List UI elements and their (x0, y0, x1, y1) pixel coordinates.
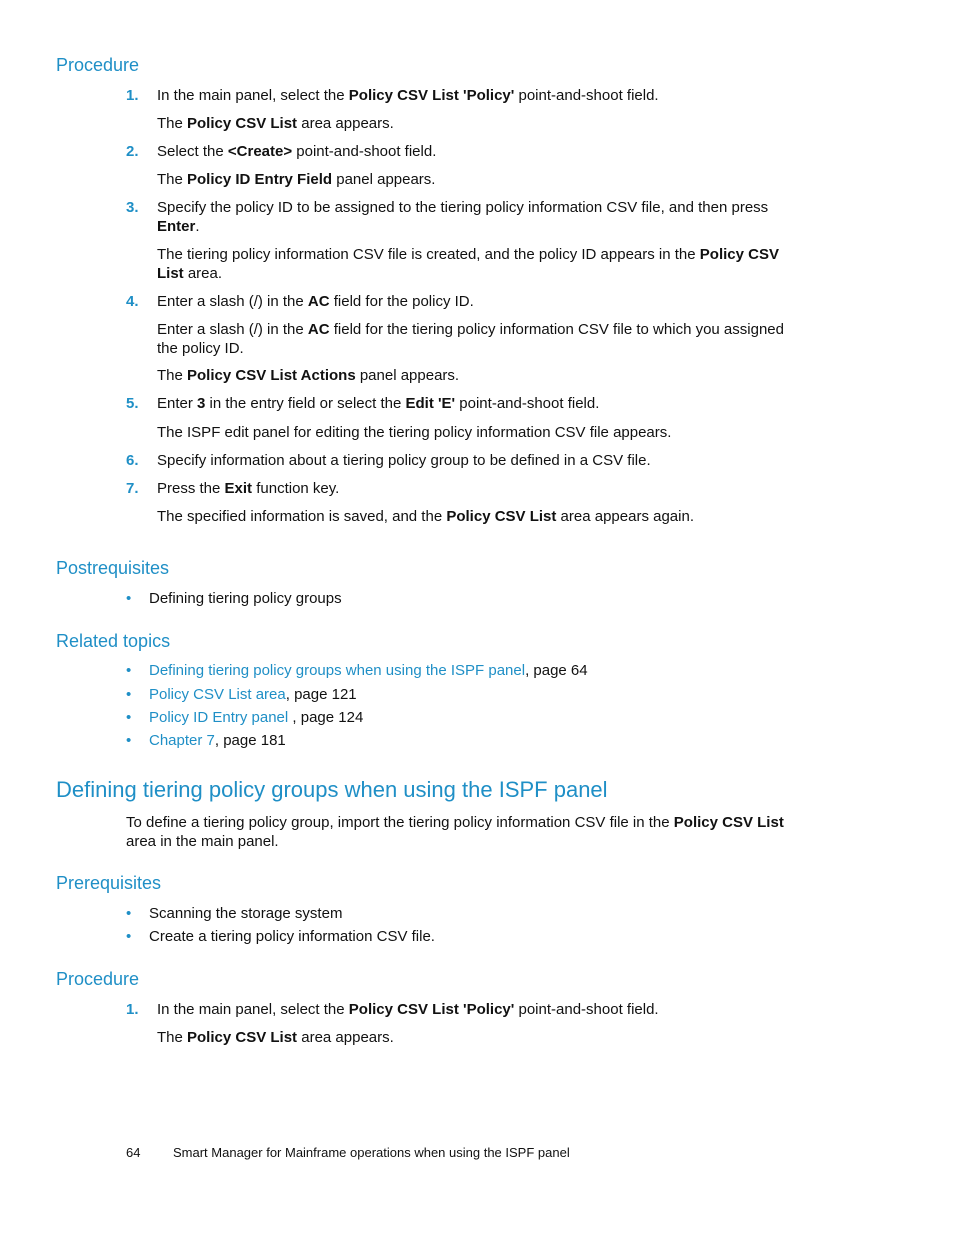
step-number: 3. (126, 199, 139, 216)
step-number: 1. (126, 1001, 139, 1018)
procedure-step-5: 5. Enter 3 in the entry field or select … (126, 395, 600, 412)
procedure-step-4: 4. Enter a slash (/) in the AC field for… (126, 293, 474, 310)
related-topic-item: • Defining tiering policy groups when us… (126, 662, 588, 679)
step-1-result: The Policy CSV List area appears. (157, 115, 394, 132)
text: point-and-shoot field. (514, 87, 659, 104)
procedure-step-1: 1. In the main panel, select the Policy … (126, 1001, 659, 1018)
step-5-result: The ISPF edit panel for editing the tier… (157, 424, 672, 441)
footer-title: Smart Manager for Mainframe operations w… (173, 1145, 570, 1160)
procedure-step-7: 7. Press the Exit function key. (126, 480, 340, 497)
bullet-icon: • (126, 662, 132, 679)
bold-term: Policy CSV List 'Policy' (348, 87, 515, 104)
step-number: 2. (126, 143, 139, 160)
related-topic-item: • Policy ID Entry panel , page 124 (126, 709, 364, 726)
postrequisite-item: • Defining tiering policy groups (126, 590, 342, 607)
related-topics-heading: Related topics (56, 631, 171, 651)
procedure-step-3: 3. Specify the policy ID to be assigned … (126, 199, 769, 235)
postrequisites-heading: Postrequisites (56, 558, 170, 578)
step-number: 1. (126, 87, 139, 104)
section-title: Defining tiering policy groups when usin… (56, 777, 608, 802)
bullet-icon: • (126, 732, 132, 749)
step-number: 6. (126, 452, 139, 469)
bullet-icon: • (126, 928, 132, 945)
procedure-heading: Procedure (56, 55, 140, 75)
step-2-result: The Policy ID Entry Field panel appears. (157, 171, 436, 188)
procedure-heading: Procedure (56, 969, 140, 989)
bullet-icon: • (126, 686, 132, 703)
prerequisite-item: • Scanning the storage system (126, 905, 343, 922)
procedure-step-2: 2. Select the <Create> point-and-shoot f… (126, 143, 437, 160)
step-number: 7. (126, 480, 139, 497)
step-number: 4. (126, 293, 139, 310)
procedure-step-6: 6. Specify information about a tiering p… (126, 452, 651, 469)
related-topic-item: • Chapter 7, page 181 (126, 732, 286, 749)
step-7-result: The specified information is saved, and … (157, 508, 694, 525)
step-3-result: The tiering policy information CSV file … (157, 246, 779, 282)
step-4-result: The Policy CSV List Actions panel appear… (157, 367, 460, 384)
related-topic-item: • Policy CSV List area, page 121 (126, 686, 357, 703)
page-number: 64 (126, 1145, 141, 1160)
procedure-step-1: 1. In the main panel, select the Policy … (126, 86, 806, 105)
related-topic-link[interactable]: Policy CSV List area (149, 686, 286, 703)
prerequisites-heading: Prerequisites (56, 873, 162, 893)
step-number: 5. (126, 395, 139, 412)
bullet-icon: • (126, 905, 132, 922)
bullet-icon: • (126, 590, 132, 607)
prerequisite-item: • Create a tiering policy information CS… (126, 928, 435, 945)
step-1-result: The Policy CSV List area appears. (157, 1029, 394, 1046)
step-4-note: Enter a slash (/) in the AC field for th… (157, 321, 784, 357)
related-topic-link[interactable]: Defining tiering policy groups when usin… (149, 662, 525, 679)
related-topic-link[interactable]: Policy ID Entry panel (149, 709, 288, 726)
bullet-icon: • (126, 709, 132, 726)
section-intro: To define a tiering policy group, import… (126, 814, 784, 850)
text: In the main panel, select the (157, 87, 349, 104)
related-topic-link[interactable]: Chapter 7 (149, 732, 215, 749)
